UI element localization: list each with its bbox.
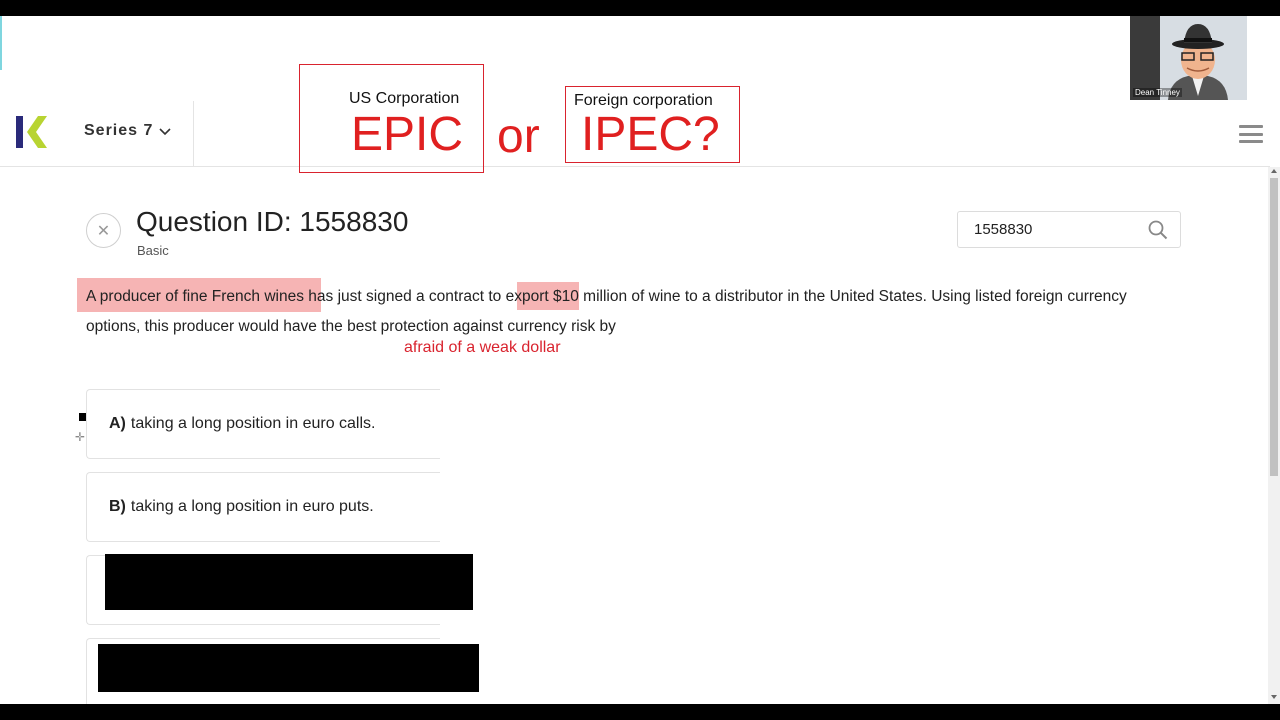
scroll-down-icon[interactable] <box>1271 695 1277 699</box>
course-selector[interactable]: Series 7 <box>84 122 171 140</box>
annotation-ipec: IPEC? <box>581 108 720 161</box>
move-handle-icon: ✛ <box>75 430 86 444</box>
bottom-black-bar <box>0 704 1280 720</box>
annotation-note: afraid of a weak dollar <box>404 339 561 356</box>
annotation-or: or <box>497 110 540 163</box>
close-icon: ✕ <box>96 222 111 240</box>
answer-option-b[interactable]: B) taking a long position in euro puts. <box>86 472 440 542</box>
answer-option-a[interactable]: A) taking a long position in euro calls. <box>86 389 440 459</box>
search-icon[interactable] <box>1148 220 1168 240</box>
course-label: Series 7 <box>84 122 154 139</box>
scrollbar-thumb[interactable] <box>1270 178 1278 476</box>
question-title: Question ID: 1558830 <box>136 206 409 237</box>
header-bottom-line <box>0 166 1270 167</box>
redaction-box <box>105 554 473 610</box>
webcam-name: Dean Tinney <box>1133 88 1182 97</box>
header-divider <box>193 101 194 167</box>
annotation-us-corporation: US Corporation <box>349 90 460 107</box>
answer-text: taking a long position in euro puts. <box>130 498 374 515</box>
left-edge-line <box>0 16 2 70</box>
menu-icon[interactable] <box>1239 125 1263 143</box>
search-field[interactable] <box>957 211 1181 248</box>
chevron-down-icon <box>159 128 171 136</box>
kaplan-logo[interactable] <box>16 116 50 148</box>
scroll-up-icon[interactable] <box>1271 169 1277 173</box>
webcam-overlay: Dean Tinney <box>1130 16 1247 100</box>
annotation-epic: EPIC <box>351 108 464 161</box>
answer-letter: B) <box>109 498 126 515</box>
redaction-box <box>98 644 479 692</box>
answer-letter: A) <box>109 415 126 432</box>
close-button[interactable]: ✕ <box>86 213 121 248</box>
search-input[interactable] <box>972 220 1136 239</box>
top-black-bar <box>0 0 1280 16</box>
question-level: Basic <box>137 243 169 258</box>
answer-text: taking a long position in euro calls. <box>130 415 376 432</box>
question-text: A producer of fine French wines has just… <box>86 288 1127 335</box>
